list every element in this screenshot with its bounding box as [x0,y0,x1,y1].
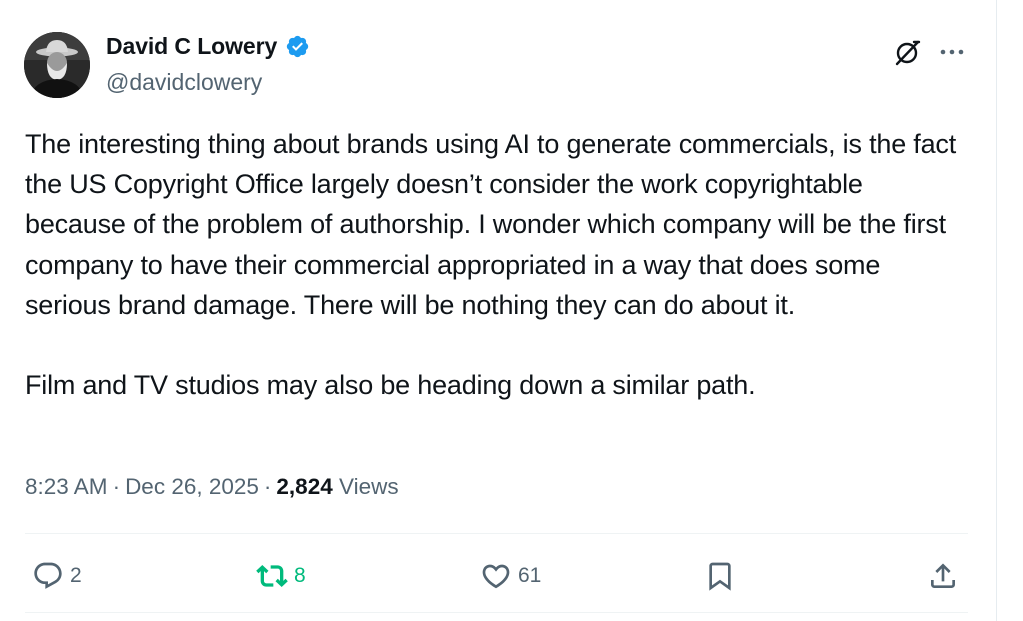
reply-count: 2 [70,564,82,587]
divider [25,533,968,534]
avatar[interactable] [24,32,90,98]
share-icon [931,563,955,588]
tweet-paragraph: Film and TV studios may also be heading … [25,370,756,401]
tweet-meta: 8:23 AM · Dec 26, 2025 · 2,824 Views [25,474,399,500]
column-border [996,0,997,621]
retweet-icon [256,565,288,587]
grok-icon[interactable] [892,38,922,68]
like-count: 61 [518,564,542,587]
verified-badge-icon[interactable] [285,34,310,59]
tweet-text: The interesting thing about brands using… [25,124,965,405]
avatar-image [24,32,90,98]
bookmark-icon [709,562,731,591]
action-bar: 2 8 61 [0,546,996,606]
tweet-paragraph: The interesting thing about brands using… [25,129,957,320]
share-button[interactable] [927,546,959,606]
views-count[interactable]: 2,824 [276,474,332,499]
heart-icon [482,564,510,589]
more-options-icon[interactable] [938,38,966,66]
views-label[interactable]: Views [339,474,399,499]
reply-icon [34,562,62,589]
retweet-count: 8 [294,564,306,587]
reply-button[interactable]: 2 [32,546,82,606]
author-name-row: David C Lowery [106,33,310,60]
bookmark-button[interactable] [704,546,736,606]
meta-separator: · [263,474,272,499]
retweet-button[interactable]: 8 [256,546,306,606]
tweet-card: David C Lowery @davidclowery The interes… [0,0,996,621]
author-handle[interactable]: @davidclowery [106,69,262,96]
tweet-date[interactable]: Dec 26, 2025 [125,474,259,499]
meta-separator: · [112,474,121,499]
divider [25,612,968,613]
tweet-time[interactable]: 8:23 AM [25,474,108,499]
like-button[interactable]: 61 [480,546,541,606]
author-display-name[interactable]: David C Lowery [106,33,277,60]
